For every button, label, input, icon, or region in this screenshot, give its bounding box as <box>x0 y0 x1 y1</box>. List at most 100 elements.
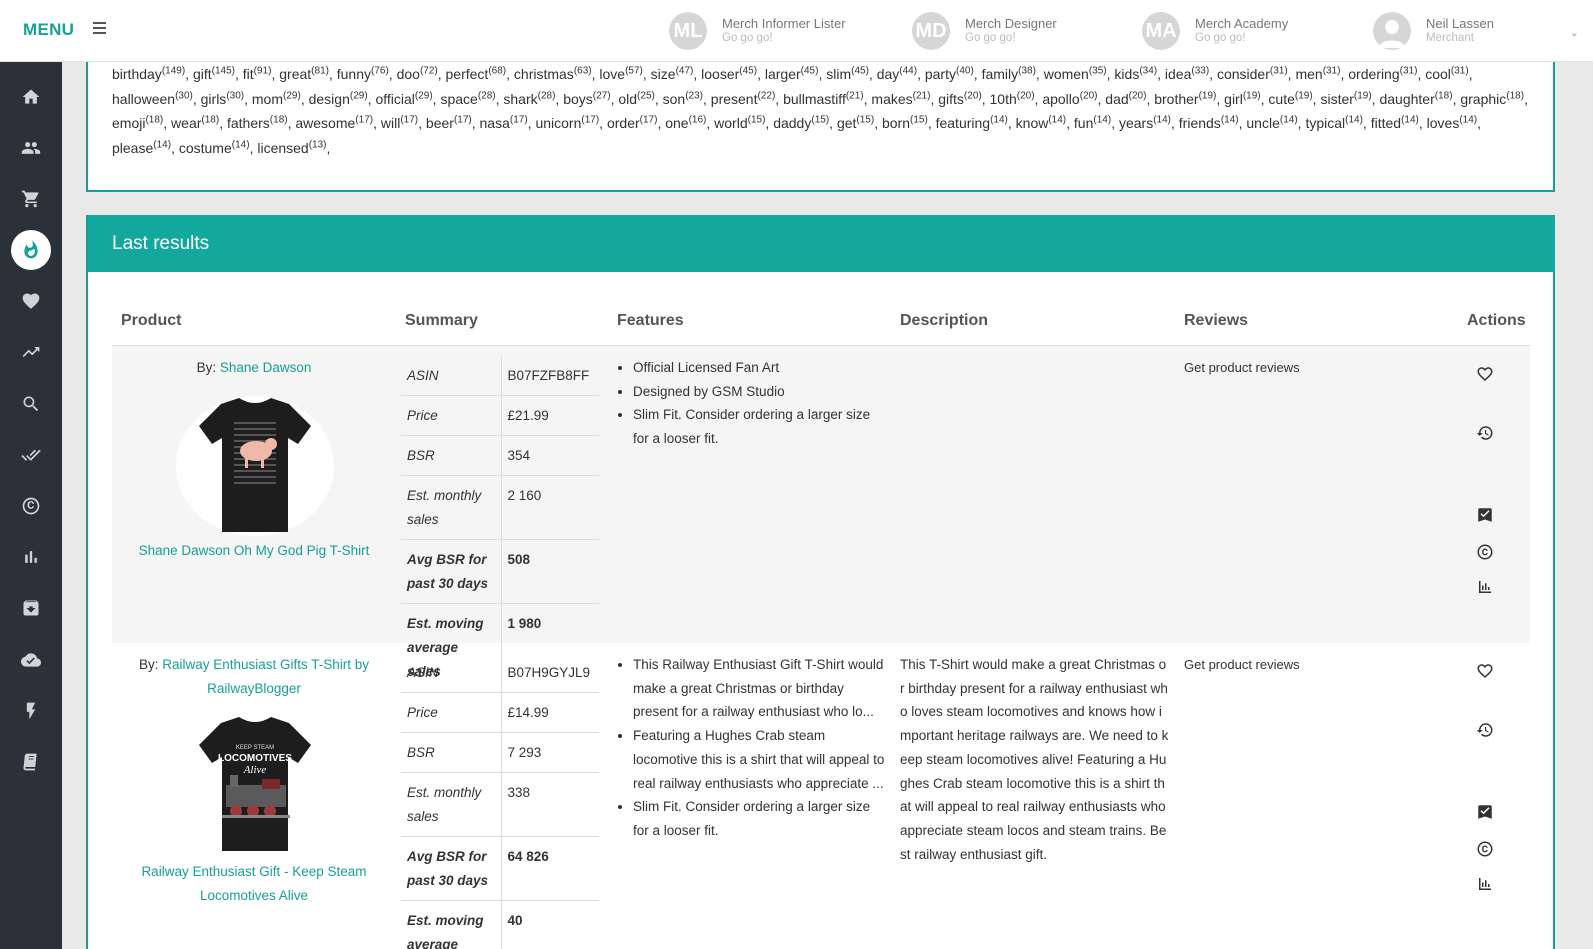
keyword-count: (57) <box>625 65 643 77</box>
keyword-item: graphic(18), <box>1460 89 1528 107</box>
keyword-item: birthday(149), <box>112 65 193 82</box>
keyword-count: (149) <box>161 65 186 77</box>
cart-icon[interactable] <box>11 179 51 219</box>
heart-outline-icon[interactable] <box>1476 662 1494 680</box>
get-reviews-link[interactable]: Get product reviews <box>1184 657 1300 672</box>
get-reviews-link[interactable]: Get product reviews <box>1184 360 1300 375</box>
summary-value: 2 160 <box>501 475 599 540</box>
keyword-word: girl <box>1224 90 1243 107</box>
verified-icon[interactable] <box>1476 506 1494 524</box>
keyword-word: gifts <box>938 90 964 107</box>
keyword-item: halloween(30), <box>112 89 201 107</box>
keyword-count: (17) <box>509 114 528 126</box>
hamburger-icon[interactable] <box>93 22 106 34</box>
keyword-item: world(15), <box>714 114 774 132</box>
bar-chart-icon[interactable] <box>1476 875 1494 893</box>
menu-brand[interactable]: MENU <box>23 20 74 40</box>
keyword-item: cool(31), <box>1425 65 1473 82</box>
copyright-icon[interactable] <box>1476 543 1494 561</box>
keyword-word: featuring <box>935 115 991 132</box>
cloud-check-icon[interactable] <box>11 640 51 680</box>
keyword-word: fit <box>242 66 254 82</box>
book-icon[interactable] <box>11 742 51 782</box>
keyword-item: ordering(31), <box>1348 65 1426 82</box>
product-image-locomotive-tshirt[interactable]: KEEP STEAM LOCOMOTIVES Alive <box>176 715 334 855</box>
heart-outline-icon[interactable] <box>1476 365 1494 383</box>
keyword-word: 10th <box>989 90 1017 107</box>
search-icon[interactable] <box>11 384 51 424</box>
keyword-word: graphic <box>1460 90 1507 107</box>
heart-icon[interactable] <box>11 281 51 321</box>
keyword-item: idea(33), <box>1164 65 1217 82</box>
fire-icon[interactable] <box>11 230 51 270</box>
verified-icon[interactable] <box>1476 803 1494 821</box>
history-icon[interactable] <box>1476 424 1494 442</box>
history-icon[interactable] <box>1476 721 1494 739</box>
keyword-item: please(14), <box>112 139 179 156</box>
home-icon[interactable] <box>11 77 51 117</box>
chevron-down-icon[interactable]: ⌄ <box>1570 26 1579 39</box>
brand-link[interactable]: Shane Dawson <box>220 360 312 375</box>
bar-chart-icon[interactable] <box>1476 578 1494 596</box>
keyword-count: (30) <box>226 89 245 101</box>
column-header-features[interactable]: Features <box>617 312 684 330</box>
keyword-item: doo(72), <box>396 65 446 82</box>
keyword-count: (25) <box>637 89 655 101</box>
copyright-icon[interactable] <box>11 486 51 526</box>
keyword-word: get <box>836 115 857 132</box>
column-header-product[interactable]: Product <box>121 312 181 330</box>
keyword-item: funny(76), <box>336 65 397 82</box>
keyword-count: (14) <box>153 139 172 151</box>
keyword-word: brother <box>1154 90 1199 107</box>
features-list: Official Licensed Fan Art Designed by GS… <box>617 356 887 451</box>
description-text: This T-Shirt would make a great Christma… <box>900 657 1169 862</box>
keyword-item: girl(19), <box>1224 89 1269 107</box>
column-header-summary[interactable]: Summary <box>405 312 478 330</box>
column-header-description[interactable]: Description <box>900 312 988 330</box>
keyword-word: son <box>662 90 686 107</box>
keyword-word: apollo <box>1042 90 1080 107</box>
keyword-item: one(16), <box>665 114 715 132</box>
keyword-frequency-card: birthday(149), gift(145), fit(91), great… <box>86 40 1555 192</box>
keyword-count: (34) <box>1139 65 1158 77</box>
keyword-word: will <box>380 115 401 132</box>
trending-icon[interactable] <box>11 332 51 372</box>
keyword-count: (72) <box>419 65 438 77</box>
keyword-word: awesome <box>295 115 356 132</box>
keyword-count: (18) <box>201 114 220 126</box>
archive-icon[interactable] <box>11 588 51 628</box>
product-title-link[interactable]: Railway Enthusiast Gift - Keep Steam Loc… <box>112 860 396 908</box>
keyword-word: nasa <box>479 115 510 132</box>
keyword-count: (31) <box>1399 65 1418 77</box>
users-icon[interactable] <box>11 128 51 168</box>
keyword-word: dad <box>1105 90 1129 107</box>
keyword-count: (35) <box>1088 65 1107 77</box>
bolt-icon[interactable] <box>11 691 51 731</box>
app-avatar: MA <box>1142 12 1180 50</box>
app-merch-academy[interactable]: MA Merch Academy Go go go! <box>1142 11 1288 51</box>
bar-chart-icon[interactable] <box>11 537 51 577</box>
last-results-card: Last results Product Summary Features De… <box>86 215 1555 949</box>
keyword-count: (40) <box>955 65 974 77</box>
app-merch-designer[interactable]: MD Merch Designer Go go go! <box>912 11 1057 51</box>
product-image-pig-tshirt[interactable] <box>176 396 334 536</box>
keyword-word: christmas <box>513 66 574 82</box>
double-check-icon[interactable] <box>11 435 51 475</box>
column-header-reviews[interactable]: Reviews <box>1184 312 1248 330</box>
keyword-item: get(15), <box>836 114 882 132</box>
feature-item: Designed by GSM Studio <box>633 380 887 404</box>
keyword-item: bullmastiff(21), <box>783 89 872 107</box>
brand-link[interactable]: Railway Enthusiast Gifts T-Shirt by Rail… <box>162 657 369 696</box>
app-merch-informer-lister[interactable]: ML Merch Informer Lister Go go go! <box>669 11 846 51</box>
summary-key: BSR <box>401 435 502 476</box>
keyword-word: old <box>618 90 638 107</box>
user-role: Merchant <box>1426 32 1474 44</box>
summary-value: £21.99 <box>501 395 599 436</box>
keyword-word: unicorn <box>535 115 582 132</box>
product-title-link[interactable]: Shane Dawson Oh My God Pig T-Shirt <box>112 539 396 563</box>
keyword-count: (81) <box>311 65 329 77</box>
copyright-icon[interactable] <box>1476 840 1494 858</box>
user-menu[interactable]: Neil Lassen Merchant <box>1373 11 1494 51</box>
summary-key: Avg BSR for past 30 days <box>401 539 502 604</box>
keyword-count: (31) <box>1450 65 1469 77</box>
